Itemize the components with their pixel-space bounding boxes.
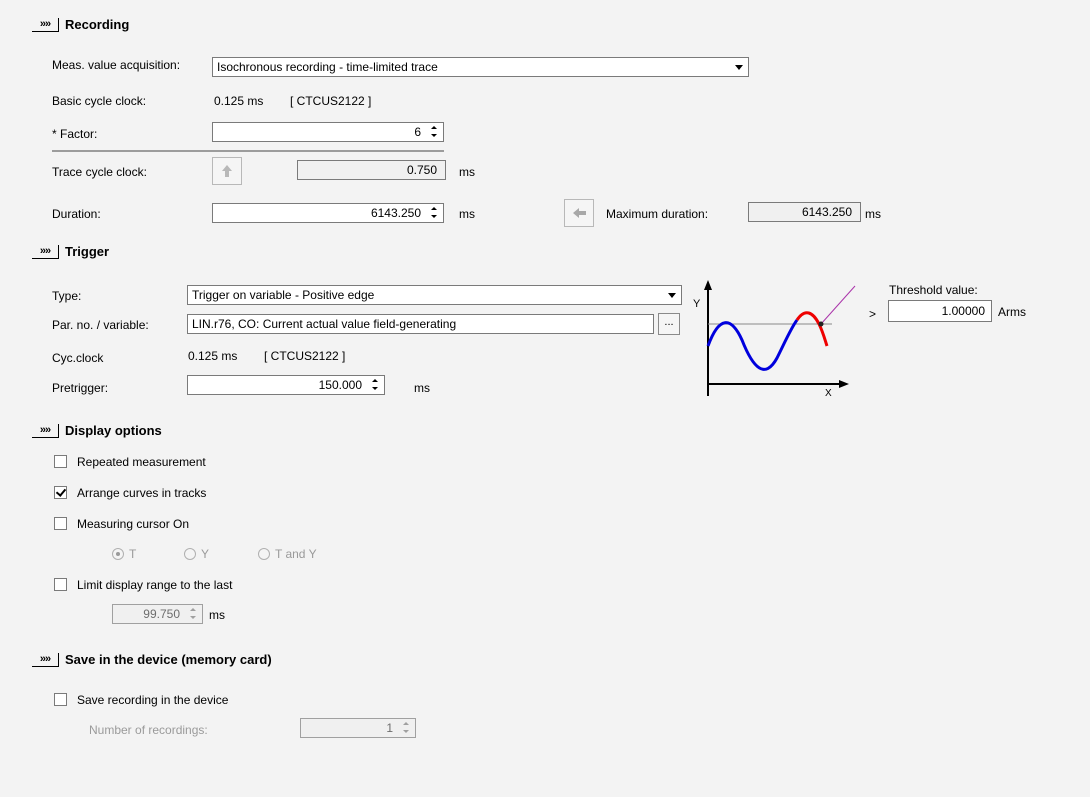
save-section-title: Save in the device (memory card) [65,652,272,667]
measuring-cursor-checkbox[interactable] [54,517,67,530]
max-duration-label: Maximum duration: [606,207,709,221]
duration-value: 6143.250 [370,206,421,220]
threshold-input[interactable]: 1.00000 [888,300,992,322]
radio-t-label: T [129,547,137,561]
arrange-curves-label: Arrange curves in tracks [77,486,207,500]
arrow-up-icon [222,165,232,177]
factor-separator [52,150,444,152]
display-expand-button[interactable]: »» [32,424,59,438]
basic-cycle-device: [ CTCUS2122 ] [290,94,372,108]
measuring-cursor-label: Measuring cursor On [77,517,190,531]
basic-cycle-value: 0.125 ms [214,94,264,108]
par-variable-field[interactable]: LIN.r76, CO: Current actual value field-… [187,314,654,334]
spin-arrows-icon[interactable] [425,205,442,221]
radio-y-label: Y [201,547,210,561]
spin-arrows-icon[interactable] [397,720,414,736]
trigger-illustration [704,280,856,396]
save-expand-button[interactable]: »» [32,653,59,667]
trigger-type-label: Type: [52,289,82,303]
par-variable-label: Par. no. / variable: [52,318,149,332]
factor-stepper[interactable]: 6 [212,122,444,142]
pretrigger-label: Pretrigger: [52,381,109,395]
apply-trace-cycle-button[interactable] [212,157,242,185]
basic-cycle-label: Basic cycle clock: [52,94,147,108]
acquisition-label: Meas. value acquisition: [52,58,181,72]
radio-t-and-y-label: T and Y [275,547,317,561]
cyc-clock-value: 0.125 ms [188,349,238,363]
threshold-label: Threshold value: [889,283,978,297]
arrange-curves-checkbox[interactable] [54,486,67,499]
trace-cycle-unit: ms [459,165,475,179]
acquisition-combobox[interactable]: Isochronous recording - time-limited tra… [212,57,749,77]
limit-range-stepper[interactable]: 99.750 [112,604,203,624]
apply-max-duration-button[interactable] [564,199,594,227]
duration-label: Duration: [52,207,101,221]
graph-x-label: X [825,388,832,399]
trace-cycle-value: 0.750 [406,163,437,177]
limit-display-checkbox[interactable] [54,578,67,591]
save-recording-checkbox[interactable] [54,693,67,706]
limit-range-unit: ms [209,608,225,622]
repeated-measurement-label: Repeated measurement [77,455,206,469]
num-recordings-stepper[interactable]: 1 [300,718,416,738]
limit-range-value: 99.750 [143,607,180,621]
threshold-unit: Arms [998,305,1026,319]
trigger-expand-button[interactable]: »» [32,245,59,259]
trigger-type-combobox[interactable]: Trigger on variable - Positive edge [187,285,682,305]
radio-y[interactable] [184,548,196,560]
recording-expand-button[interactable]: »» [32,18,59,32]
trigger-type-value: Trigger on variable - Positive edge [192,288,375,302]
recording-section-title: Recording [65,17,130,32]
threshold-value: 1.00000 [941,304,985,318]
radio-t[interactable] [112,548,124,560]
limit-display-label: Limit display range to the last [77,578,233,592]
chevron-down-icon[interactable] [731,59,747,75]
duration-stepper[interactable]: 6143.250 [212,203,444,223]
spin-arrows-icon[interactable] [425,124,442,140]
par-variable-value: LIN.r76, CO: Current actual value field-… [192,317,457,331]
pretrigger-unit: ms [414,381,430,395]
trace-cycle-label: Trace cycle clock: [52,165,147,179]
pretrigger-value: 150.000 [318,378,362,392]
chevron-down-icon[interactable] [664,287,680,303]
spin-arrows-icon[interactable] [366,377,383,393]
max-duration-unit: ms [865,207,881,221]
greater-than-symbol: > [869,307,877,321]
factor-value: 6 [414,125,421,139]
num-recordings-value: 1 [386,721,393,735]
num-recordings-label: Number of recordings: [89,723,208,737]
max-duration-value: 6143.250 [801,205,852,219]
radio-t-and-y[interactable] [258,548,270,560]
repeated-measurement-checkbox[interactable] [54,455,67,468]
trace-cycle-field: 0.750 [297,160,446,180]
graph-y-label: Y [693,298,701,310]
cyc-clock-device: [ CTCUS2122 ] [264,349,346,363]
cyc-clock-label: Cyc.clock [52,351,104,365]
display-section-title: Display options [65,423,162,438]
pretrigger-stepper[interactable]: 150.000 [187,375,385,395]
trigger-section-title: Trigger [65,244,110,259]
save-recording-label: Save recording in the device [77,693,229,707]
max-duration-field: 6143.250 [748,202,861,222]
browse-variable-button[interactable]: ... [658,313,680,335]
factor-label: * Factor: [52,127,98,141]
duration-unit: ms [459,207,475,221]
arrow-left-icon [573,208,586,218]
acquisition-value: Isochronous recording - time-limited tra… [217,60,438,74]
spin-arrows-icon[interactable] [184,606,201,622]
